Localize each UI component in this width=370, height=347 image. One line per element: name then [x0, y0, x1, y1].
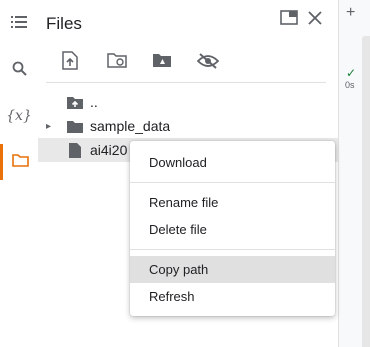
tree-row-label: ..	[90, 94, 98, 110]
expand-caret-icon[interactable]: ▸	[46, 121, 56, 132]
tree-row-parent[interactable]: ..	[38, 90, 338, 114]
menu-separator	[130, 249, 335, 250]
tree-row-label: sample_data	[90, 118, 171, 134]
left-rail: {x}	[0, 0, 38, 347]
files-button[interactable]	[0, 144, 38, 180]
drive-folder-icon	[152, 52, 173, 74]
table-of-contents-button[interactable]	[0, 6, 38, 42]
list-icon	[11, 15, 27, 34]
eye-off-icon	[196, 52, 220, 74]
files-toolbar	[48, 48, 228, 78]
search-button[interactable]	[0, 53, 38, 89]
toggle-hidden-button[interactable]	[183, 48, 228, 78]
toolbar-divider	[46, 82, 326, 83]
menu-item-refresh[interactable]: Refresh	[130, 283, 335, 310]
cell-exec-time: 0s	[345, 80, 355, 90]
menu-item-rename[interactable]: Rename file	[130, 189, 335, 216]
refresh-button[interactable]	[93, 48, 138, 78]
menu-separator	[130, 182, 335, 183]
search-icon	[12, 61, 27, 81]
file-icon	[66, 141, 84, 159]
menu-item-delete[interactable]: Delete file	[130, 216, 335, 243]
upload-button[interactable]	[48, 48, 93, 78]
folder-refresh-icon	[107, 52, 128, 74]
menu-item-copy-path[interactable]: Copy path	[130, 256, 335, 283]
context-menu: Download Rename file Delete file Copy pa…	[130, 141, 335, 316]
close-icon	[308, 10, 322, 30]
upload-file-icon	[62, 51, 78, 75]
menu-item-download[interactable]: Download	[130, 149, 335, 176]
add-cell-button[interactable]: +	[346, 4, 355, 22]
code-cell[interactable]	[362, 36, 370, 347]
check-icon: ✓	[346, 66, 357, 80]
variables-icon: {x}	[6, 108, 32, 124]
tree-row-sample-data[interactable]: ▸ sample_data	[38, 114, 338, 138]
folder-icon	[12, 153, 29, 172]
folder-icon	[66, 117, 84, 135]
tree-row-label: ai4i20	[90, 142, 128, 158]
folder-up-icon	[66, 93, 84, 111]
panel-title: Files	[46, 14, 82, 33]
variables-button[interactable]: {x}	[0, 98, 38, 134]
window-icon	[280, 10, 298, 30]
open-in-tab-button[interactable]	[278, 10, 300, 30]
mount-drive-button[interactable]	[138, 48, 183, 78]
close-panel-button[interactable]	[304, 10, 326, 30]
